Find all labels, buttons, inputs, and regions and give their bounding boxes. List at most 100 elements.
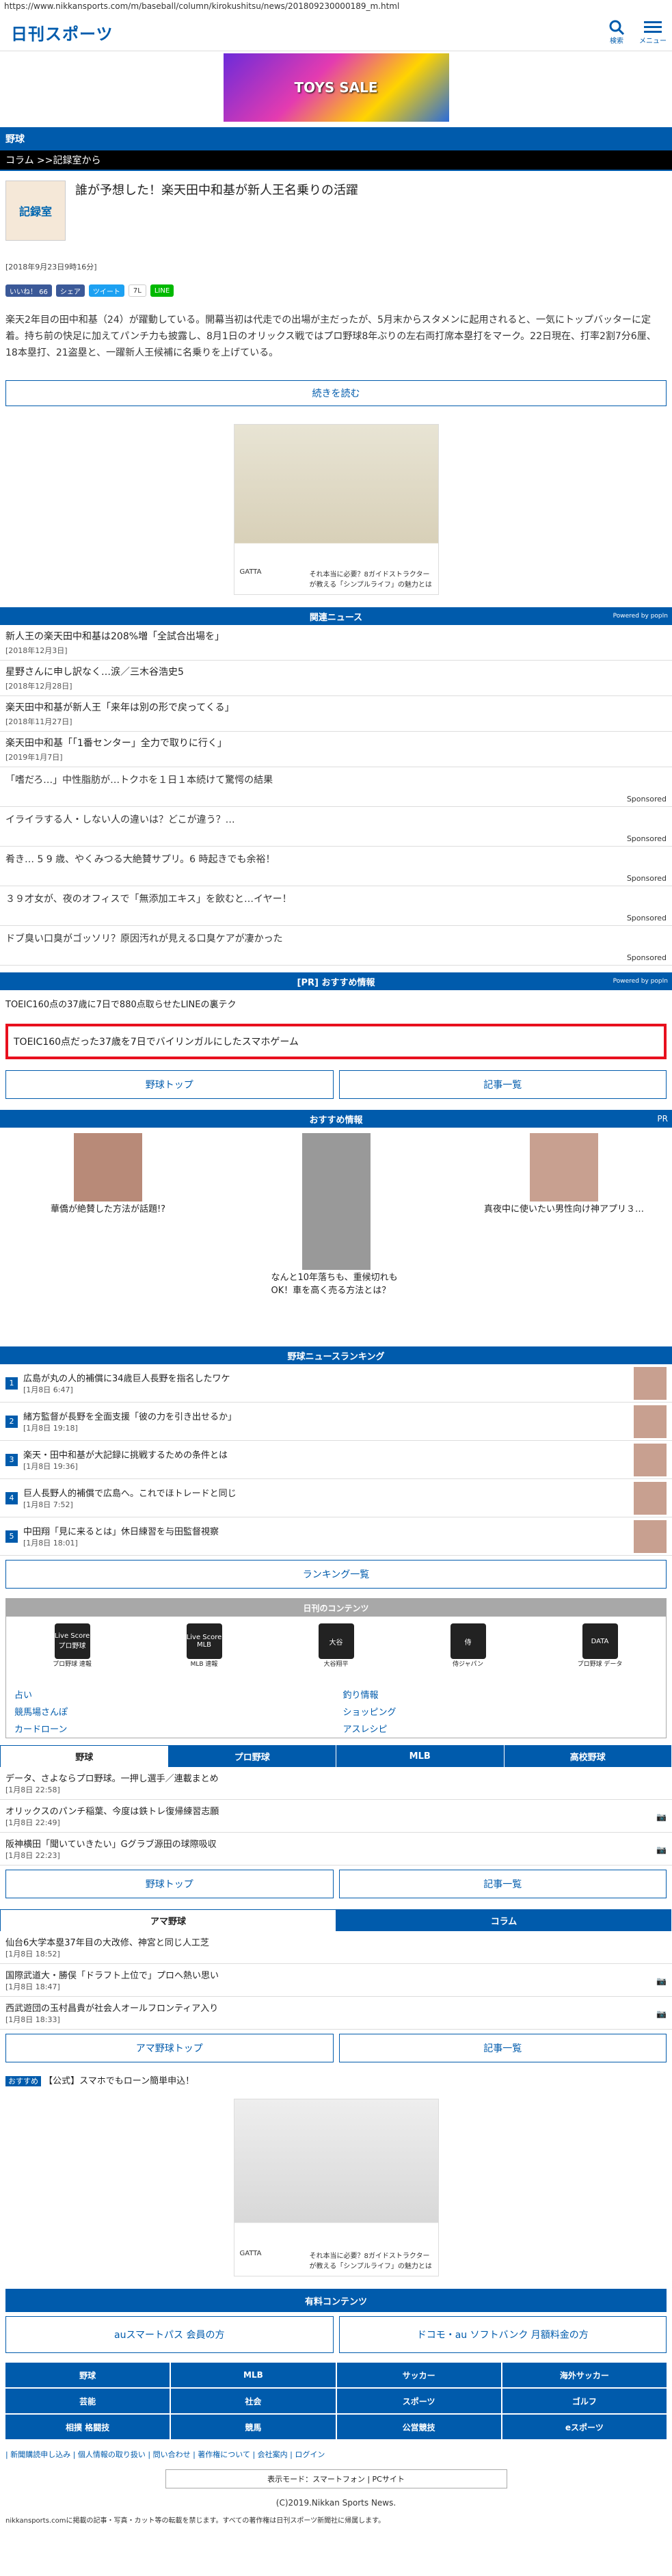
list-item-title[interactable]: 西武遊団の玉村昌貴が社会人オールフロンティア入り <box>5 2001 667 2014</box>
footer-nav-item[interactable]: スポーツ <box>336 2389 501 2413</box>
sponsored-item[interactable]: 「嗜だろ…」中性脂肪が…トクホを１日１本続けて驚愕の結果 Sponsored <box>0 767 672 807</box>
sponsored-item[interactable]: ３９才女が、夜のオフィスで「無添加エキス」を飲むと…イヤー！ Sponsored <box>0 886 672 926</box>
reco-item[interactable]: なんと10年落ちも、重候切れもOK！車を高く売る方法とは？ <box>234 1133 439 1334</box>
ranking-title[interactable]: 巨人長野人的補償で広島へ。これでほトレードと同じ <box>23 1486 237 1499</box>
sponsored-title[interactable]: 肴き… 5 9 歳、やくみつる大絶賛サプリ。6 時起きでも余裕！ <box>5 852 667 866</box>
footer-nav-item[interactable]: 海外サッカー <box>502 2363 667 2387</box>
baseball-top-button-2[interactable]: 野球トップ <box>5 1870 334 1898</box>
ranking-item[interactable]: 2 緒方監督が長野を全面支援「彼の力を引き出せるか」 [1月8日 19:18] <box>0 1403 672 1441</box>
ranking-item[interactable]: 3 楽天・田中和基が大記録に挑戦するための条件とは [1月8日 19:36] <box>0 1441 672 1479</box>
footer-nav-item[interactable]: MLB <box>171 2363 336 2387</box>
list-item-title[interactable]: 国際武道大・勝俣「ドラフト上位で」プロへ熱い思い <box>5 1968 667 1981</box>
article-list-button-3[interactable]: 記事一覧 <box>338 2034 667 2062</box>
footer-nav-item[interactable]: 芸能 <box>5 2389 170 2413</box>
content-link[interactable]: カードローン <box>14 1722 330 1735</box>
ranking-list-button[interactable]: ランキング一覧 <box>5 1560 667 1589</box>
content-link[interactable]: 釣り情報 <box>343 1688 658 1701</box>
ranking-item[interactable]: 5 中田翔「見に来るとは」休日練習を与田監督視察 [1月8日 18:01] <box>0 1517 672 1556</box>
site-logo[interactable]: 日刊スポーツ <box>5 21 119 44</box>
tab-tabs1-2[interactable]: MLB <box>336 1745 505 1767</box>
ranking-title[interactable]: 楽天・田中和基が大記録に挑戦するための条件とは <box>23 1448 228 1461</box>
paid-item[interactable]: 侍侍ジャパン <box>434 1623 502 1678</box>
list-item[interactable]: オリックスのパンチ稲葉、今度は鉄トレ復帰練習志願 [1月8日 22:49] 📷 <box>0 1800 672 1833</box>
pr-link[interactable]: TOEIC160点の37歳に7日で880点取らせたLINEの裏テク <box>0 990 672 1017</box>
ranking-thumbnail[interactable] <box>634 1443 667 1476</box>
list-item-title[interactable]: オリックスのパンチ稲葉、今度は鉄トレ復帰練習志願 <box>5 1804 667 1817</box>
paid-icon[interactable]: Live Score プロ野球 <box>54 1623 90 1659</box>
ranking-title[interactable]: 緒方監督が長野を全面支援「彼の力を引き出せるか」 <box>23 1409 237 1422</box>
ama-top-button[interactable]: アマ野球トップ <box>5 2034 334 2062</box>
paid-label[interactable]: プロ野球 速報 <box>53 1659 92 1668</box>
osusume-row[interactable]: おすすめ 【公式】スマホでもローン簡単申込！ <box>0 2067 672 2093</box>
list-item[interactable]: 国際武道大・勝俣「ドラフト上位で」プロへ熱い思い [1月8日 18:47] 📷 <box>0 1964 672 1997</box>
paid-label[interactable]: 大谷翔平 <box>323 1659 348 1668</box>
tab-tabs1-3[interactable]: 高校野球 <box>504 1745 672 1767</box>
bottom-links[interactable]: | 新聞購読申し込み | 個人情報の取り扱い | 問い合わせ | 著作権について… <box>0 2445 672 2464</box>
footer-nav-item[interactable]: 野球 <box>5 2363 170 2387</box>
reco-item[interactable]: 真夜中に使いたい男性向け神アプリ３… <box>461 1133 667 1334</box>
footer-nav-item[interactable]: 競馬 <box>171 2415 336 2439</box>
footer-nav-item[interactable]: eスポーツ <box>502 2415 667 2439</box>
ranking-thumbnail[interactable] <box>634 1366 667 1400</box>
paid-item[interactable]: Live Score MLB MLB 速報 <box>170 1623 239 1678</box>
ad-image-2[interactable]: GATTA それ本当に必要？8ガイドストラクターが教える「シンプルライフ」の魅力と… <box>233 2099 439 2276</box>
related-item[interactable]: 新人王の楽天田中和基は208%増「全試合出場を」 [2018年12月3日] <box>0 625 672 661</box>
content-link[interactable]: ショッピング <box>343 1705 658 1718</box>
paid-label[interactable]: プロ野球 データ <box>578 1659 623 1668</box>
paid-icon[interactable]: 侍 <box>450 1623 486 1659</box>
content-link[interactable]: 占い <box>14 1688 330 1701</box>
ad-slot-2[interactable]: GATTA それ本当に必要？8ガイドストラクターが教える「シンプルライフ」の魅力と… <box>0 2093 672 2282</box>
list-item[interactable]: データ、さよならプロ野球。一押し選手／連載まとめ [1月8日 22:58] <box>0 1767 672 1800</box>
content-link[interactable]: 競馬場さんぽ <box>14 1705 330 1718</box>
ranking-thumbnail[interactable] <box>634 1519 667 1553</box>
sponsored-title[interactable]: 「嗜だろ…」中性脂肪が…トクホを１日１本続けて驚愕の結果 <box>5 773 667 786</box>
menu-button[interactable]: メニュー <box>639 20 667 45</box>
reco-item[interactable]: 華僑が絶賛した方法が話題!? <box>5 1133 211 1334</box>
related-item-title[interactable]: 星野さんに申し訳なく…涙／三木谷浩史5 <box>5 665 667 678</box>
related-item[interactable]: 楽天田中和基「「1番センター」全力で取りに行く」 [2019年1月7日] <box>0 732 672 767</box>
ranking-thumbnail[interactable] <box>634 1405 667 1438</box>
url-bar[interactable]: https://www.nikkansports.com/m/baseball/… <box>0 0 672 14</box>
reco-image[interactable] <box>530 1133 598 1201</box>
paid-icon[interactable]: 大谷 <box>318 1623 354 1659</box>
sponsored-title[interactable]: ドブ臭い口臭がゴッソリ？原因汚れが見える口臭ケアが凄かった <box>5 931 667 945</box>
paid-item[interactable]: Live Score プロ野球 プロ野球 速報 <box>38 1623 107 1678</box>
ad-image[interactable]: GATTA それ本当に必要？8ガイドストラクターが教える「シンプルライフ」の魅力と… <box>233 424 439 595</box>
ranking-thumbnail[interactable] <box>634 1481 667 1515</box>
sponsored-title[interactable]: ３９才女が、夜のオフィスで「無添加エキス」を飲むと…イヤー！ <box>5 892 667 905</box>
tab-tabs2-0[interactable]: アマ野球 <box>0 1909 336 1931</box>
top-banner[interactable]: TOYS SALE <box>0 51 672 123</box>
paid-icon[interactable]: Live Score MLB <box>186 1623 222 1659</box>
share-button[interactable]: シェア <box>55 284 85 297</box>
footer-nav-item[interactable]: 公営競技 <box>336 2415 501 2439</box>
list-item-title[interactable]: データ、さよならプロ野球。一押し選手／連載まとめ <box>5 1771 667 1784</box>
related-item[interactable]: 星野さんに申し訳なく…涙／三木谷浩史5 [2018年12月28日] <box>0 661 672 696</box>
list-item-title[interactable]: 仙台6大学本塁37年目の大改修、神宮と同じ人工芝 <box>5 1935 667 1948</box>
related-item[interactable]: 楽天田中和基が新人王「来年は別の形で戻ってくる」 [2018年11月27日] <box>0 696 672 732</box>
related-item-title[interactable]: 新人王の楽天田中和基は208%増「全試合出場を」 <box>5 629 667 643</box>
list-item[interactable]: 西武遊団の玉村昌貴が社会人オールフロンティア入り [1月8日 18:33] 📷 <box>0 1997 672 2030</box>
search-button[interactable]: 検索 <box>609 20 624 45</box>
footer-nav-item[interactable]: 社会 <box>171 2389 336 2413</box>
list-item[interactable]: 仙台6大学本塁37年目の大改修、神宮と同じ人工芝 [1月8日 18:52] <box>0 1931 672 1964</box>
read-more-button[interactable]: 続きを読む <box>5 380 667 406</box>
content-link[interactable]: アスレシピ <box>343 1722 658 1735</box>
ranking-title[interactable]: 中田翔「見に来るとは」休日練習を与田監督視察 <box>23 1524 219 1537</box>
ranking-title[interactable]: 広島が丸の人的補償に34歳巨人長野を指名したワケ <box>23 1371 230 1384</box>
ranking-item[interactable]: 4 巨人長野人的補償で広島へ。これでほトレードと同じ [1月8日 7:52] <box>0 1479 672 1517</box>
article-list-button[interactable]: 記事一覧 <box>338 1070 667 1099</box>
banner-ad[interactable]: TOYS SALE <box>223 53 449 122</box>
reco-text[interactable]: なんと10年落ちも、重候切れもOK！車を高く売る方法とは？ <box>271 1270 401 1296</box>
list-item-title[interactable]: 阪神横田「聞いていきたい」Gグラブ源田の球際吸収 <box>5 1837 667 1850</box>
paid-label[interactable]: MLB 速報 <box>191 1659 218 1668</box>
ranking-item[interactable]: 1 広島が丸の人的補償に34歳巨人長野を指名したワケ [1月8日 6:47] <box>0 1364 672 1403</box>
related-item-title[interactable]: 楽天田中和基が新人王「来年は別の形で戻ってくる」 <box>5 700 667 714</box>
footer-nav-item[interactable]: 相撲 格闘技 <box>5 2415 170 2439</box>
sponsored-item[interactable]: 肴き… 5 9 歳、やくみつる大絶賛サプリ。6 時起きでも余裕！ Sponsore… <box>0 847 672 886</box>
reco-image[interactable] <box>74 1133 142 1201</box>
sponsored-item[interactable]: ドブ臭い口臭がゴッソリ？原因汚れが見える口臭ケアが凄かった Sponsored <box>0 926 672 966</box>
paid-label[interactable]: 侍ジャパン <box>453 1659 483 1668</box>
osusume-text[interactable]: 【公式】スマホでもローン簡単申込！ <box>44 2076 194 2086</box>
paid-item[interactable]: DATA プロ野球 データ <box>566 1623 634 1678</box>
related-item-title[interactable]: 楽天田中和基「「1番センター」全力で取りに行く」 <box>5 736 667 749</box>
